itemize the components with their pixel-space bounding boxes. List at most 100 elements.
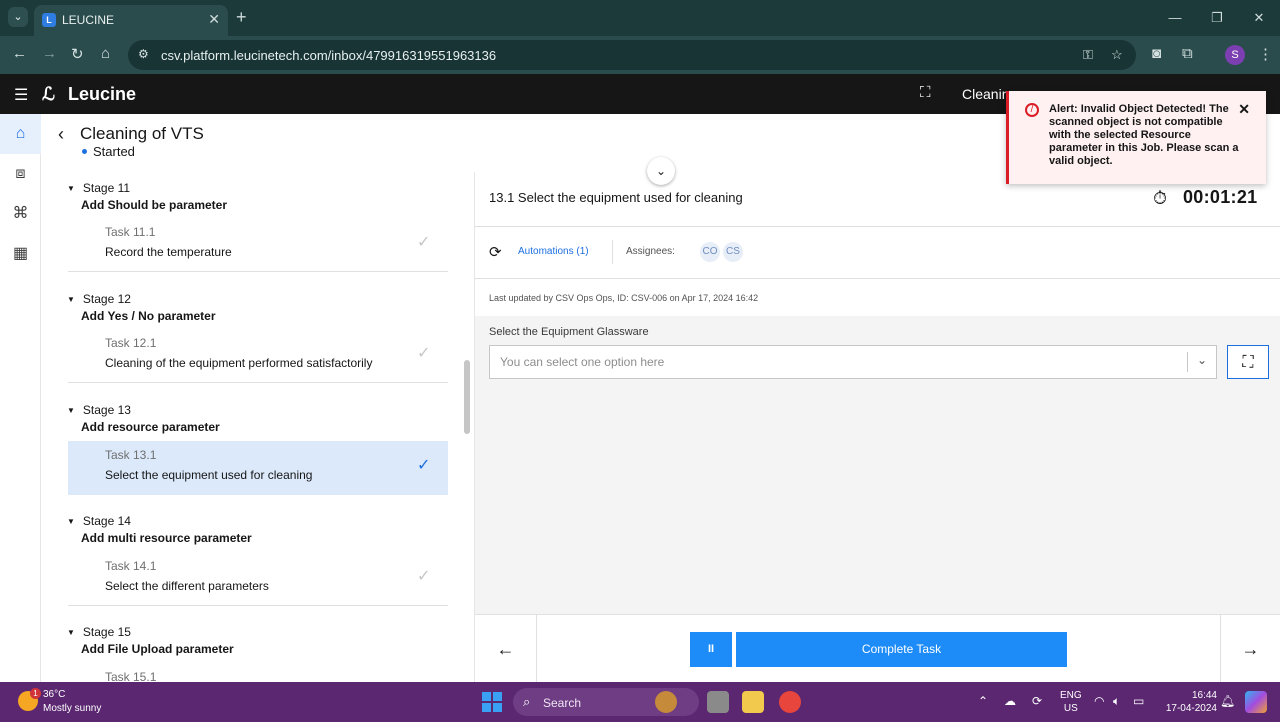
task-item[interactable]: Task 11.1 Record the temperature ✓ <box>68 218 448 272</box>
close-window-icon[interactable]: ✕ <box>1238 0 1280 36</box>
stage-name: Add multi resource parameter <box>81 531 252 545</box>
assignee-avatar[interactable]: CS <box>723 242 743 262</box>
clock-time: 16:44 <box>1191 690 1217 701</box>
file-explorer-icon[interactable] <box>742 691 764 713</box>
hierarchy-icon[interactable]: ⌘ <box>0 194 41 234</box>
url-text[interactable]: csv.platform.leucinetech.com/inbox/47991… <box>161 48 496 63</box>
stage-label: Stage 15 <box>82 625 131 639</box>
notification-bell-icon[interactable]: 🔔︎ <box>1220 694 1235 708</box>
automations-link[interactable]: Automations (1) <box>518 246 589 257</box>
task-item[interactable]: Task 12.1 Cleaning of the equipment perf… <box>68 329 448 383</box>
stage-header[interactable]: ▼ Stage 15 <box>67 625 131 639</box>
forward-icon[interactable]: → <box>42 45 57 62</box>
check-icon: ✓ <box>417 345 431 362</box>
pause-button[interactable]: II <box>690 632 732 667</box>
tab-close-icon[interactable]: ✕ <box>208 11 220 28</box>
notification-badge: 1 <box>30 688 41 699</box>
field-label: Select the Equipment Glassware <box>489 326 649 338</box>
task-item[interactable]: Task 15.1 <box>68 663 448 682</box>
task-item-active[interactable]: Task 13.1 Select the equipment used for … <box>68 441 448 495</box>
collapse-triangle-icon: ▼ <box>67 406 75 415</box>
weather-desc[interactable]: Mostly sunny <box>43 703 101 714</box>
lang-region: US <box>1063 703 1078 714</box>
search-icon: ⌕ <box>523 694 531 709</box>
tab-title: LEUCINE <box>62 13 115 27</box>
task-id: Task 15.1 <box>105 670 157 682</box>
windows-start-icon[interactable] <box>482 692 502 712</box>
task-id: Task 12.1 <box>105 336 157 350</box>
left-rail: ⌂ ⧈ ⌘ ▦ <box>0 114 41 682</box>
workflow-icon[interactable]: ⧈ <box>0 154 41 194</box>
stage-label: Stage 14 <box>82 514 131 528</box>
stage-header[interactable]: ▼ Stage 13 <box>67 403 131 417</box>
stage-label: Stage 11 <box>82 181 131 195</box>
stage-label: Stage 13 <box>82 403 131 417</box>
scan-button[interactable]: ⛶ <box>1227 345 1269 379</box>
profile-avatar[interactable]: S <box>1225 45 1245 65</box>
extensions-icon[interactable]: ⧉ <box>1182 45 1193 62</box>
stage-name: Add Should be parameter <box>81 198 228 212</box>
task-view-icon[interactable] <box>707 691 729 713</box>
lang-code: ENG <box>1060 690 1082 701</box>
complete-task-button[interactable]: Complete Task <box>736 632 1067 667</box>
inbox-icon[interactable]: ⌂ <box>0 114 41 154</box>
stage-header[interactable]: ▼ Stage 14 <box>67 514 131 528</box>
collapse-chevron-icon[interactable]: ⌄ <box>647 157 675 185</box>
reload-icon[interactable]: ↻ <box>71 45 84 63</box>
stage-list-scrollbar[interactable] <box>464 360 470 434</box>
language-indicator[interactable]: ENG US <box>1060 689 1082 715</box>
task-footer: ← II Complete Task → <box>475 614 1280 683</box>
minimize-icon[interactable]: — <box>1154 0 1196 36</box>
restore-icon[interactable]: ❐ <box>1196 0 1238 36</box>
calculator-icon[interactable]: ▦ <box>0 234 41 274</box>
tray-chevron-up-icon[interactable]: ⌃ <box>978 694 988 708</box>
stopwatch-icon: ⏱ <box>1153 188 1168 208</box>
assignees-label: Assignees: <box>626 246 675 257</box>
alert-message: Alert: Invalid Object Detected! The scan… <box>1049 103 1239 167</box>
weather-temp[interactable]: 36°C <box>43 689 65 700</box>
job-status: Started <box>93 144 135 159</box>
task-name: Cleaning of the equipment performed sati… <box>105 356 373 370</box>
refresh-tray-icon[interactable]: ⟳ <box>1032 694 1042 708</box>
new-tab-icon[interactable]: + <box>236 7 247 28</box>
volume-icon[interactable]: 🔈︎ <box>1113 694 1120 709</box>
collapse-triangle-icon: ▼ <box>67 184 75 193</box>
check-icon: ✓ <box>417 234 431 251</box>
browser-tab[interactable]: L LEUCINE ✕ <box>34 5 228 36</box>
search-highlight-icon <box>655 691 677 713</box>
battery-icon[interactable]: ▭ <box>1133 694 1144 708</box>
assignee-avatar[interactable]: CO <box>700 242 720 262</box>
back-icon[interactable]: ← <box>12 45 27 62</box>
task-name: Select the equipment used for cleaning <box>105 468 313 482</box>
stage-list: ▼ Stage 11 Add Should be parameter Task 1… <box>41 172 475 682</box>
system-clock[interactable]: 16:44 17-04-2024 <box>1161 689 1217 715</box>
chrome-icon[interactable] <box>779 691 801 713</box>
close-icon[interactable]: ✕ <box>1238 101 1250 118</box>
equipment-select[interactable]: You can select one option here ⌄ <box>489 345 1217 379</box>
wifi-icon[interactable]: ◠ <box>1094 694 1104 708</box>
hamburger-menu-icon[interactable]: ☰ <box>14 85 28 105</box>
home-icon[interactable]: ⌂ <box>101 45 110 62</box>
back-arrow-icon[interactable]: ‹ <box>58 124 64 145</box>
previous-task-arrow-icon[interactable]: ← <box>475 615 537 683</box>
header-nav-text[interactable]: Cleanin <box>962 86 1009 102</box>
chevron-down-icon[interactable]: ⌄ <box>1197 353 1207 367</box>
stage-header[interactable]: ▼ Stage 11 <box>67 181 130 195</box>
camera-icon[interactable]: ◙ <box>1152 45 1161 62</box>
scanner-icon[interactable]: ⛶ <box>920 84 931 101</box>
address-bar[interactable]: ⚙ csv.platform.leucinetech.com/inbox/479… <box>128 40 1136 70</box>
password-key-icon[interactable]: ⚿ <box>1083 47 1093 63</box>
bookmark-star-icon[interactable]: ☆ <box>1111 47 1123 63</box>
site-info-icon[interactable]: ⚙ <box>138 47 149 61</box>
stage-name: Add File Upload parameter <box>81 642 234 656</box>
task-id: Task 14.1 <box>105 559 157 573</box>
browser-menu-icon[interactable]: ⋮ <box>1258 45 1273 63</box>
copilot-icon[interactable] <box>1245 691 1267 713</box>
task-name: Select the different parameters <box>105 579 269 593</box>
cloud-icon[interactable]: ☁ <box>1004 694 1016 708</box>
stage-header[interactable]: ▼ Stage 12 <box>67 292 131 306</box>
next-task-arrow-icon[interactable]: → <box>1220 615 1280 683</box>
task-item[interactable]: Task 14.1 Select the different parameter… <box>68 552 448 606</box>
tab-list-chevron-icon[interactable]: ⌄ <box>8 7 28 27</box>
taskbar-search[interactable]: ⌕ Search <box>513 688 699 716</box>
